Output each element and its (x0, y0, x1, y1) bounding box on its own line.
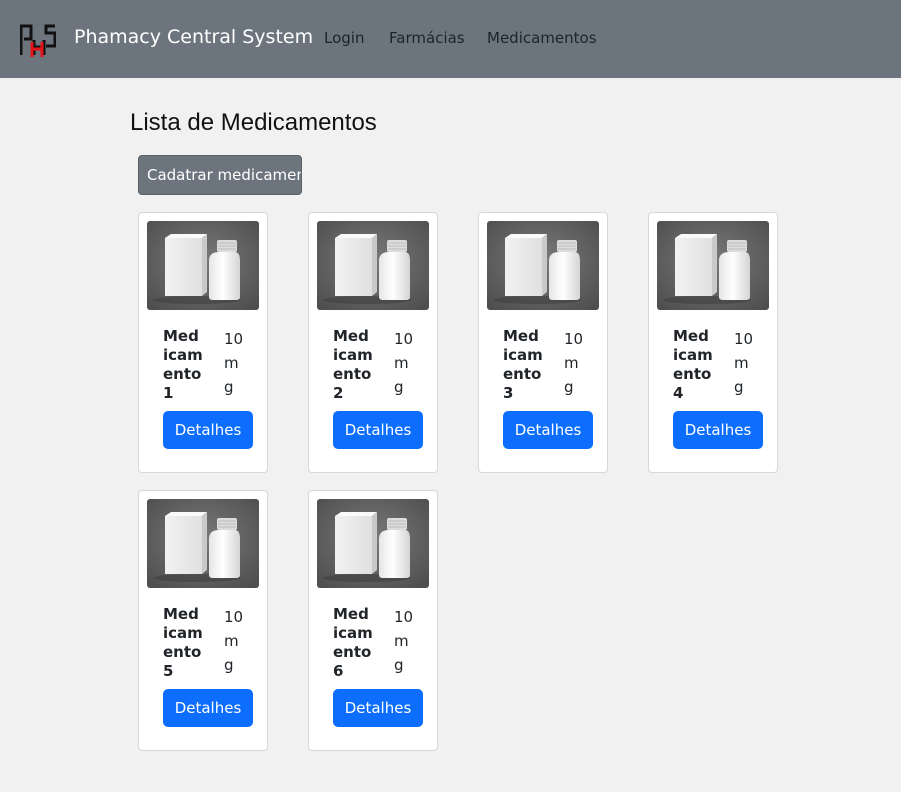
medicine-name: Medicamento 6 (333, 605, 373, 680)
medicine-dose: 10mg (224, 608, 244, 674)
pcs-logo[interactable] (19, 24, 57, 58)
medicine-name: Medicamento 4 (673, 327, 713, 402)
medicine-dose: 10mg (394, 608, 414, 674)
details-button[interactable]: Detalhes (333, 411, 423, 449)
medicine-card: Medicamento 3 10mg Detalhes (478, 212, 608, 473)
details-button[interactable]: Detalhes (503, 411, 593, 449)
medicine-card: Medicamento 2 10mg Detalhes (308, 212, 438, 473)
nav-link-login[interactable]: Login (324, 29, 364, 47)
details-button[interactable]: Detalhes (163, 411, 253, 449)
medicine-box-bottle-image (317, 221, 429, 310)
nav-link-farmacias[interactable]: Farmácias (389, 29, 465, 47)
medicine-card: Medicamento 4 10mg Detalhes (648, 212, 778, 473)
navbar: Phamacy Central System Login Farmácias M… (0, 0, 901, 78)
nav-link-medicamentos[interactable]: Medicamentos (487, 29, 597, 47)
medicine-name: Medicamento 5 (163, 605, 203, 680)
medicine-card: Medicamento 1 10mg Detalhes (138, 212, 268, 473)
details-button[interactable]: Detalhes (163, 689, 253, 727)
medicine-box-bottle-image (657, 221, 769, 310)
medicine-box-bottle-image (147, 221, 259, 310)
medicine-box-bottle-image (147, 499, 259, 588)
brand-title[interactable]: Phamacy Central System (74, 26, 313, 48)
medicine-dose: 10mg (224, 330, 244, 396)
medicine-name: Medicamento 3 (503, 327, 543, 402)
details-button[interactable]: Detalhes (673, 411, 763, 449)
add-medicine-button[interactable]: Cadatrar medicamento (138, 155, 302, 195)
medicine-dose: 10mg (734, 330, 754, 396)
medicine-box-bottle-image (487, 221, 599, 310)
medicine-card: Medicamento 5 10mg Detalhes (138, 490, 268, 751)
medicine-name: Medicamento 2 (333, 327, 373, 402)
medicine-dose: 10mg (394, 330, 414, 396)
page-title: Lista de Medicamentos (130, 109, 377, 136)
medicine-card: Medicamento 6 10mg Detalhes (308, 490, 438, 751)
medicine-dose: 10mg (564, 330, 584, 396)
details-button[interactable]: Detalhes (333, 689, 423, 727)
medicine-box-bottle-image (317, 499, 429, 588)
medicine-name: Medicamento 1 (163, 327, 203, 402)
